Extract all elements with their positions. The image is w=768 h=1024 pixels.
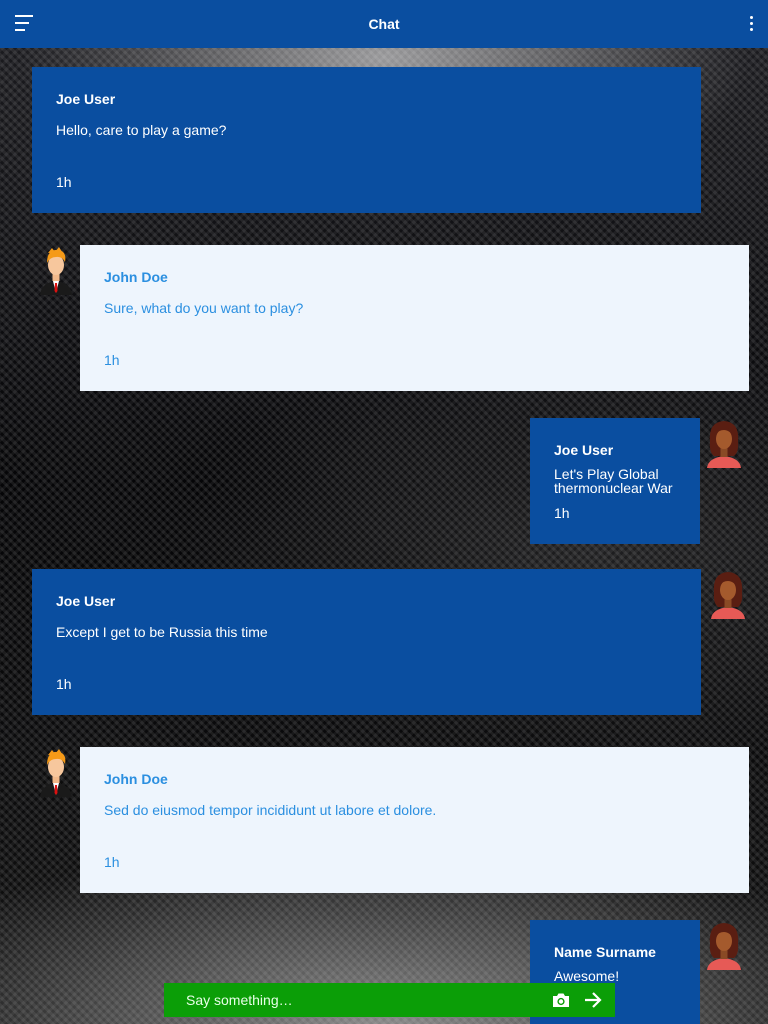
message-text: Let's Play Global thermonuclear War — [554, 466, 673, 496]
message-sender: Joe User — [554, 442, 614, 458]
message-sender: Joe User — [56, 593, 116, 609]
female-avatar-icon — [707, 923, 741, 970]
message-bubble: John Doe Sure, what do you want to play?… — [80, 245, 749, 391]
message-composer — [164, 983, 615, 1017]
message-text: Except I get to be Russia this time — [56, 624, 268, 640]
message-text: Awesome! — [554, 968, 620, 984]
camera-icon[interactable] — [552, 992, 570, 1008]
message-text: Hello, care to play a game? — [56, 122, 227, 138]
message-bubble: Joe User Except I get to be Russia this … — [32, 569, 701, 715]
message-bubble: John Doe Sed do eiusmod tempor incididun… — [80, 747, 749, 893]
message-input[interactable] — [186, 983, 526, 1017]
male-avatar-icon — [40, 749, 72, 797]
message-sender: John Doe — [104, 269, 168, 285]
message-text: Sed do eiusmod tempor incididunt ut labo… — [104, 802, 437, 818]
message-bubble: Joe User Hello, care to play a game? 1h — [32, 67, 701, 213]
male-avatar-icon — [40, 247, 72, 295]
page-title: Chat — [368, 16, 400, 32]
app-bar: Chat — [0, 0, 768, 48]
more-vert-icon[interactable] — [750, 16, 754, 34]
message-time: 1h — [104, 352, 120, 368]
message-text: Sure, what do you want to play? — [104, 300, 304, 316]
message-sender: Joe User — [56, 91, 116, 107]
message-time: 1h — [56, 676, 72, 692]
message-time: 1h — [56, 174, 72, 190]
female-avatar-icon — [707, 421, 741, 468]
message-sender: John Doe — [104, 771, 168, 787]
message-sender: Name Surname — [554, 944, 656, 960]
send-arrow-icon[interactable] — [584, 991, 602, 1009]
message-bubble: Joe User Let's Play Global thermonuclear… — [530, 418, 700, 544]
female-avatar-icon — [711, 572, 745, 619]
message-time: 1h — [554, 505, 570, 521]
message-time: 1h — [104, 854, 120, 870]
